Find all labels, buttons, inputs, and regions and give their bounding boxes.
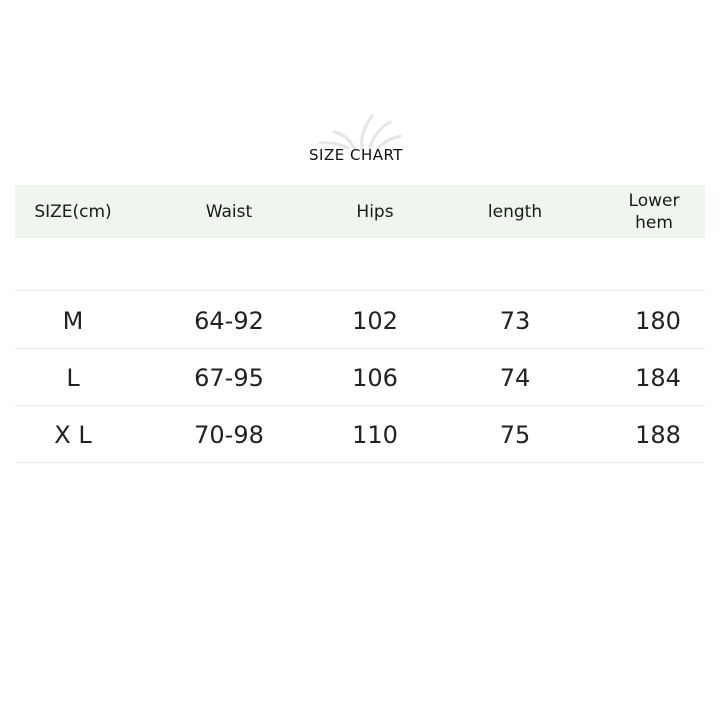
table-row: M 64-92 102 73 180 [15,293,705,349]
waist-cell: 64-92 [194,307,264,335]
table-row: L 67-95 106 74 184 [15,350,705,406]
length-cell: 73 [499,307,531,335]
hips-cell: 110 [352,421,398,449]
lower-hem-cell: 180 [635,307,681,335]
table-row: X L 70-98 110 75 188 [15,407,705,463]
table-divider [15,348,705,349]
length-cell: 74 [499,364,531,392]
waist-cell: 67-95 [194,364,264,392]
length-cell: 75 [499,421,531,449]
header-length: length [487,201,543,222]
size-cell: M [62,307,84,335]
header-lower-hem-label: Lower hem [628,190,680,233]
table-divider [15,405,705,406]
header-hips: Hips [356,201,394,222]
table-header-row: SIZE(cm) Waist Hips length Lower hem [15,185,705,238]
waist-cell: 70-98 [194,421,264,449]
header-size: SIZE(cm) [34,201,112,222]
size-cell: L [66,364,80,392]
header-waist: Waist [205,201,253,222]
page-title: SIZE CHART [309,146,403,164]
table-divider [15,462,705,463]
lower-hem-cell: 188 [635,421,681,449]
hips-cell: 106 [352,364,398,392]
hips-cell: 102 [352,307,398,335]
header-lower-hem: Lower hem [593,185,715,238]
leaf-decoration-icon [318,114,402,150]
lower-hem-cell: 184 [635,364,681,392]
size-cell: X L [54,421,92,449]
table-divider [15,290,705,291]
